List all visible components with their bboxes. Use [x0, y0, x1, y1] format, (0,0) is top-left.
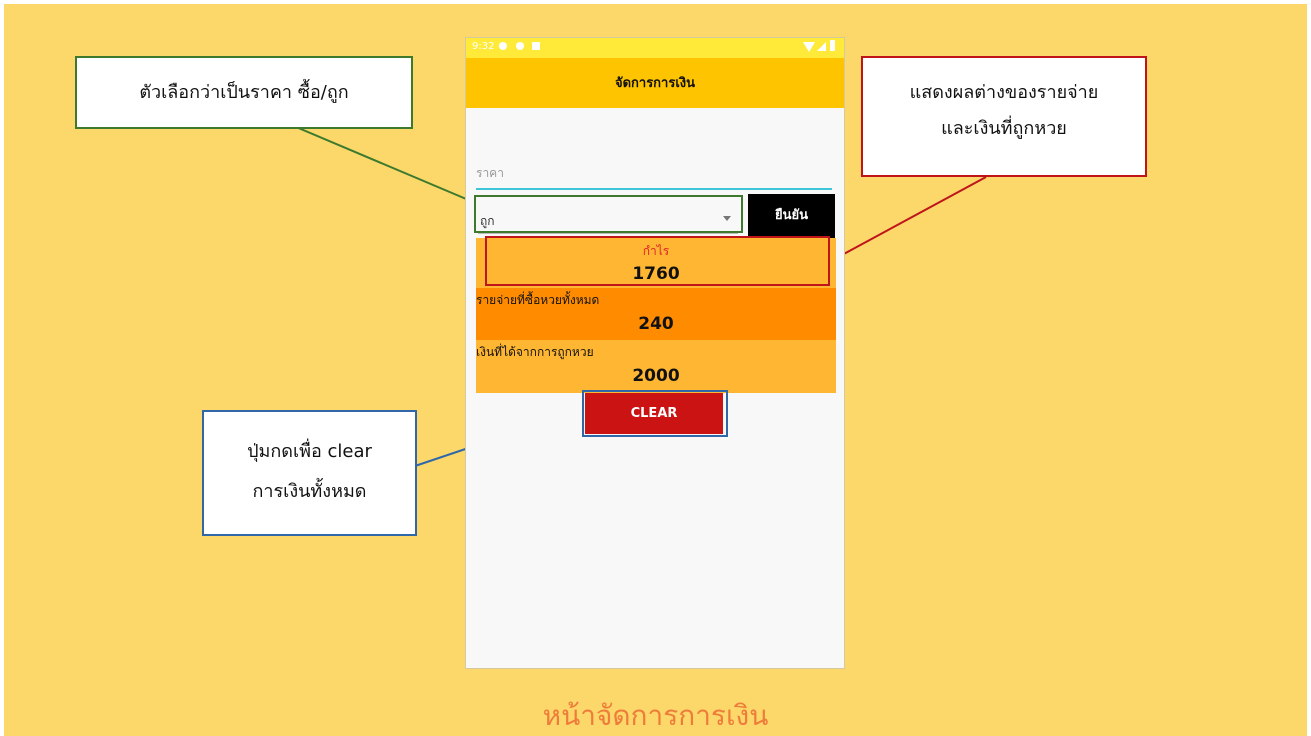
select-highlight-box [474, 195, 743, 233]
callout-clear: ปุ่มกดเพื่อ clear การเงินทั้งหมด [202, 410, 417, 536]
phone-screen: 9:32 จัดการการเงิน ถูก ยืนยัน กำไร 1760 … [465, 37, 845, 669]
settings-icon [499, 42, 507, 50]
app-bar: จัดการการเงิน [466, 58, 844, 108]
wifi-icon [803, 42, 815, 52]
confirm-button[interactable]: ยืนยัน [748, 194, 835, 238]
sd-card-icon [532, 42, 540, 50]
page-caption: หน้าจัดการการเงิน [542, 699, 769, 732]
price-input[interactable] [476, 158, 832, 190]
expense-value: 240 [638, 314, 674, 334]
summary-connector-line [828, 176, 987, 263]
callout-clear-line2: การเงินทั้งหมด [252, 481, 367, 502]
select-connector-line [295, 126, 479, 205]
clear-highlight-box [582, 390, 728, 437]
callout-select-type: ตัวเลือกว่าเป็นราคา ซื้อ/ถูก [75, 56, 413, 129]
winning-label: เงินที่ได้จากการถูกหวย [476, 345, 594, 359]
app-title: จัดการการเงิน [614, 76, 696, 91]
slide: 9:32 จัดการการเงิน ถูก ยืนยัน กำไร 1760 … [4, 4, 1307, 736]
callout-summary: แสดงผลต่างของรายจ่าย และเงินที่ถูกหวย [861, 56, 1147, 177]
signal-icon [817, 42, 826, 51]
callout-summary-line1: แสดงผลต่างของรายจ่าย [909, 82, 1099, 103]
callout-clear-line1: ปุ่มกดเพื่อ clear [247, 441, 372, 462]
status-time: 9:32 [472, 41, 495, 52]
winning-panel: เงินที่ได้จากการถูกหวย 2000 [476, 340, 836, 393]
winning-value: 2000 [632, 366, 680, 386]
dropdown-underline [478, 233, 738, 234]
expense-label: รายจ่ายที่ซื้อหวยทั้งหมด [476, 293, 600, 307]
profit-highlight-box [485, 236, 830, 286]
status-bar: 9:32 [466, 38, 844, 58]
expense-panel: รายจ่ายที่ซื้อหวยทั้งหมด 240 [476, 288, 836, 340]
callout-summary-line2: และเงินที่ถูกหวย [941, 118, 1067, 139]
shield-icon [516, 42, 524, 50]
battery-icon [830, 40, 835, 51]
